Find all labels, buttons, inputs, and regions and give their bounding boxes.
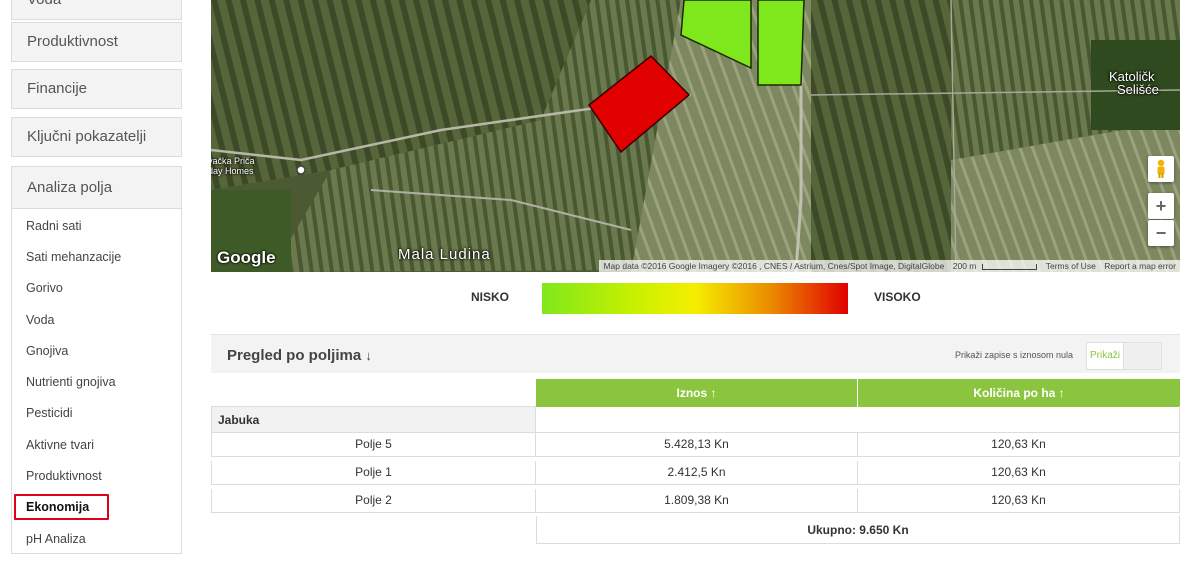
street-view-pegman-icon[interactable] <box>1148 156 1174 182</box>
analiza-polja-submenu: Radni sati Sati mehanzacije Gorivo Voda … <box>11 209 182 554</box>
terms-of-use-link[interactable]: Terms of Use <box>1046 261 1096 271</box>
submenu-item-gorivo[interactable]: Gorivo <box>26 281 63 295</box>
submenu-item-nutrienti-gnojiva[interactable]: Nutrienti gnojiva <box>26 375 116 389</box>
panel-title: Pregled po poljima ↓ <box>227 347 372 364</box>
google-logo: Google <box>217 248 276 267</box>
panel-title-text: Pregled po poljima <box>227 347 362 364</box>
zoom-out-button[interactable]: − <box>1148 220 1174 246</box>
legend-low-label: NISKO <box>471 290 510 304</box>
table-cell-per-ha: 120,63 Kn <box>858 461 1180 485</box>
table-cell-per-ha: 120,63 Kn <box>858 489 1180 513</box>
sidebar-button-analiza-polja[interactable]: Analiza polja <box>11 166 182 209</box>
satellite-imagery <box>211 0 1180 272</box>
submenu-item-voda[interactable]: Voda <box>26 313 55 327</box>
table-cell-amount: 1.809,38 Kn <box>536 489 858 513</box>
field-map[interactable]: vačka Priča day Homes Mala Ludina Katoli… <box>211 0 1180 272</box>
map-place-label: vačka Priča <box>211 156 255 166</box>
table-cell-amount: 5.428,13 Kn <box>536 433 858 457</box>
map-village-label: Mala Ludina <box>398 246 491 263</box>
submenu-item-sati-mehanizacije[interactable]: Sati mehanzacije <box>26 250 121 264</box>
sidebar-button-produktivnost[interactable]: Produktivnost <box>11 22 182 62</box>
legend-gradient-bar <box>542 283 848 314</box>
submenu-item-ph-analiza[interactable]: pH Analiza <box>26 532 86 546</box>
submenu-item-radni-sati[interactable]: Radni sati <box>26 219 82 233</box>
field-polygon-low-2[interactable] <box>757 0 805 86</box>
group-row-fill <box>536 406 1180 433</box>
sidebar-button-financije[interactable]: Financije <box>11 69 182 109</box>
map-place-label-2: day Homes <box>211 166 254 176</box>
submenu-item-produktivnost[interactable]: Produktivnost <box>26 469 102 483</box>
map-attribution-text: Map data ©2016 Google Imagery ©2016 , CN… <box>603 261 945 271</box>
show-zero-records-button[interactable]: Prikaži <box>1086 342 1124 370</box>
table-cell-field: Polje 1 <box>211 461 536 485</box>
map-town-label-2: Selišće <box>1117 82 1159 97</box>
table-cell-field: Polje 2 <box>211 489 536 513</box>
map-scale-bar <box>982 263 1038 270</box>
report-map-error-link[interactable]: Report a map error <box>1104 261 1176 271</box>
show-zero-records-note: Prikaži zapise s iznosom nula <box>954 350 1073 360</box>
submenu-item-gnojiva[interactable]: Gnojiva <box>26 344 68 358</box>
column-header-amount[interactable]: Iznos ↑ <box>536 379 858 407</box>
submenu-item-aktivne-tvari[interactable]: Aktivne tvari <box>26 438 94 452</box>
submenu-item-ekonomija[interactable]: Ekonomija <box>26 500 89 514</box>
submenu-item-pesticidi[interactable]: Pesticidi <box>26 406 73 420</box>
table-cell-amount: 2.412,5 Kn <box>536 461 858 485</box>
arrow-down-icon[interactable]: ↓ <box>365 348 372 363</box>
group-row-jabuka: Jabuka <box>211 406 536 433</box>
zoom-in-button[interactable]: + <box>1148 193 1174 219</box>
legend-high-label: VISOKO <box>874 290 921 304</box>
column-header-per-ha[interactable]: Količina po ha ↑ <box>858 379 1180 407</box>
table-total: Ukupno: 9.650 Kn <box>536 516 1180 544</box>
field-overview-header: Pregled po poljima ↓ Prikaži zapise s iz… <box>211 334 1180 373</box>
sidebar-button-kljucni-pokazatelji[interactable]: Ključni pokazatelji <box>11 117 182 157</box>
map-scale-label: 200 m <box>952 261 977 271</box>
table-cell-field: Polje 5 <box>211 433 536 457</box>
show-zero-records-toggle[interactable] <box>1124 342 1162 370</box>
map-scale[interactable]: 200 m <box>953 261 1038 271</box>
table-cell-per-ha: 120,63 Kn <box>858 433 1180 457</box>
sidebar-button-voda[interactable]: Voda <box>11 0 182 20</box>
map-attribution: Map data ©2016 Google Imagery ©2016 , CN… <box>599 260 1180 272</box>
